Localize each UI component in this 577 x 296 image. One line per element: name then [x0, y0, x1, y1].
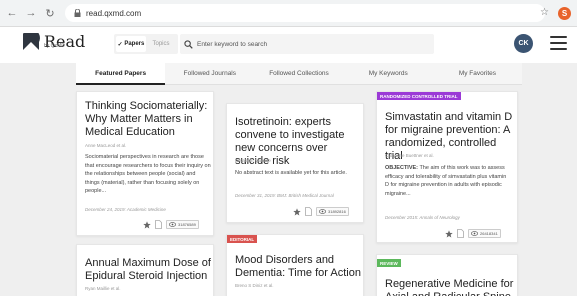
paper-title[interactable]: Mood Disorders and Dementia: Time for Ac… [235, 254, 361, 280]
extension-icon[interactable]: S [558, 7, 571, 20]
tab-followed-collections[interactable]: Followed Collections [254, 63, 344, 85]
paper-card[interactable]: Thinking Sociomaterially: Why Matter Mat… [76, 91, 214, 236]
tab-featured-papers[interactable]: Featured Papers [76, 63, 166, 85]
view-count-value: 31876589 [178, 222, 196, 227]
feed-tabs: Featured Papers Followed Journals Follow… [76, 63, 523, 85]
paper-card[interactable]: RANDOMIZED CONTROLLED TRIAL Simvastatin … [376, 91, 518, 243]
card-actions: 31892816 [293, 207, 349, 216]
reload-icon[interactable]: ↻ [43, 6, 57, 20]
view-count: 31876589 [166, 220, 199, 229]
favorite-star-icon[interactable] [143, 220, 151, 229]
paper-title[interactable]: Thinking Sociomaterially: Why Matter Mat… [85, 100, 211, 139]
avatar[interactable]: CK [514, 34, 533, 53]
abstract-label: OBJECTIVE: [385, 165, 419, 171]
tab-followed-journals[interactable]: Followed Journals [165, 63, 255, 85]
pdf-document-icon[interactable] [155, 220, 162, 229]
card-actions: 31876589 [143, 220, 199, 229]
favorite-star-icon[interactable] [445, 229, 453, 238]
toggle-papers-label: Papers [124, 41, 145, 47]
paper-authors: Anne MacLeod et al. [85, 143, 127, 148]
browser-toolbar: ← → ↻ read.qxmd.com ☆ S [0, 0, 577, 27]
toggle-papers[interactable]: ✓ Papers [116, 36, 146, 52]
papers-topics-toggle: ✓ Papers Topics [114, 34, 178, 54]
view-count: 26418341 [468, 229, 501, 238]
hamburger-menu-icon[interactable] [550, 36, 567, 50]
pdf-document-icon[interactable] [457, 229, 464, 238]
paper-authors: Breno S Diniz et al. [235, 283, 274, 288]
paper-card[interactable]: EDITORIAL Mood Disorders and Dementia: T… [226, 234, 364, 296]
paper-authors: Catherine Buettner et al. [385, 153, 434, 158]
view-count-value: 26418341 [480, 231, 498, 236]
tab-my-favorites[interactable]: My Favorites [432, 63, 523, 85]
card-actions: 26418341 [445, 229, 501, 238]
tab-my-keywords[interactable]: My Keywords [343, 63, 433, 85]
paper-abstract: OBJECTIVE: The aim of this work was to a… [385, 164, 511, 198]
paper-source: December 2015: Annals of Neurology [385, 215, 460, 220]
address-bar[interactable]: read.qxmd.com [65, 4, 545, 22]
toggle-topics[interactable]: Topics [146, 41, 176, 47]
eye-icon [471, 231, 478, 236]
article-type-badge: RANDOMIZED CONTROLLED TRIAL [377, 92, 461, 100]
view-count-value: 31892816 [328, 209, 346, 214]
paper-abstract: No abstract text is available yet for th… [235, 170, 347, 176]
favorite-star-icon[interactable] [293, 207, 301, 216]
logo-subtitle: by QxMD [44, 43, 65, 49]
paper-abstract: Sociomaterial perspectives in research a… [85, 154, 211, 194]
url-text: read.qxmd.com [86, 8, 142, 18]
paper-authors: Elisabeth Mahase [235, 158, 271, 163]
paper-title[interactable]: Annual Maximum Dose of Epidural Steroid … [85, 257, 211, 283]
forward-arrow-icon[interactable]: → [24, 6, 38, 20]
eye-icon [319, 209, 326, 214]
article-type-badge: REVIEW [377, 259, 401, 267]
app-header: Read by QxMD ✓ Papers Topics CK [0, 27, 577, 63]
search-input[interactable] [197, 40, 417, 48]
paper-source: December 24, 2019: Academic Medicine [85, 207, 166, 212]
bookmark-star-icon[interactable]: ☆ [540, 7, 549, 18]
paper-title[interactable]: Regenerative Medicine for Axial and Radi… [385, 278, 517, 296]
lock-icon [73, 9, 82, 18]
article-type-badge: EDITORIAL [227, 235, 258, 243]
eye-icon [169, 222, 176, 227]
pdf-document-icon[interactable] [305, 207, 312, 216]
paper-source: December 31, 2019: BMJ: British Medical … [235, 193, 334, 198]
paper-card[interactable]: Annual Maximum Dose of Epidural Steroid … [76, 244, 214, 296]
page: ← → ↻ read.qxmd.com ☆ S Read by QxMD ✓ P… [0, 0, 577, 296]
read-logo-icon [23, 33, 40, 50]
search-bar [180, 34, 434, 54]
search-icon [184, 39, 193, 49]
paper-card[interactable]: REVIEW Regenerative Medicine for Axial a… [376, 254, 518, 296]
paper-authors: Ryan Maillie et al. [85, 286, 121, 291]
back-arrow-icon[interactable]: ← [5, 6, 19, 20]
paper-card[interactable]: Isotretinoin: experts convene to investi… [226, 103, 364, 223]
view-count: 31892816 [316, 207, 349, 216]
